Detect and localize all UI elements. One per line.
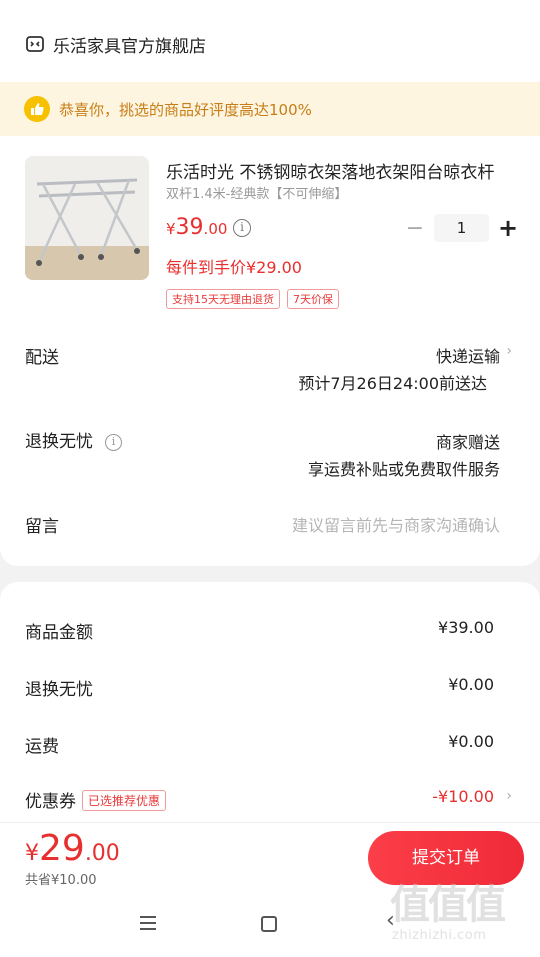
coupon-chevron-icon[interactable]: ›: [506, 788, 512, 804]
goods-amount-label: 商品金额: [25, 623, 93, 643]
return-policy-tag: 支持15天无理由退货: [166, 289, 280, 309]
coupon-label: 优惠券: [25, 792, 76, 812]
service-tags: 支持15天无理由退货 7天价保: [166, 289, 339, 309]
product-price: ¥ 39 .00: [166, 215, 227, 240]
coupon-tag: 已选推荐优惠: [82, 790, 167, 811]
price-info-icon[interactable]: i: [233, 219, 251, 237]
returns-fee-value: ¥0.00: [448, 675, 494, 694]
price-decimal: .00: [203, 220, 228, 238]
product-title[interactable]: 乐活时光 不锈钢晾衣架落地衣架阳台晾衣杆: [166, 158, 511, 183]
returns-row: 退换无忧 i: [25, 427, 122, 452]
total-currency: ¥: [25, 841, 39, 866]
total-integer: 29: [39, 828, 85, 869]
product-spec[interactable]: 双杆1.4米-经典款【不可伸缩】: [166, 183, 347, 202]
returns-line1: 商家赠送: [435, 433, 500, 452]
clothes-rack-illustration: [25, 156, 149, 280]
shipping-label: 运费: [25, 737, 59, 757]
thumbs-up-icon: [24, 96, 50, 122]
delivery-method[interactable]: 快递运输: [436, 343, 500, 367]
delivery-label: 配送: [25, 348, 59, 368]
message-label: 留言: [25, 517, 59, 537]
message-input[interactable]: 建议留言前先与商家沟通确认: [292, 512, 500, 536]
saved-amount: 共省¥10.00: [25, 873, 97, 888]
increase-button[interactable]: +: [497, 214, 519, 242]
delivery-eta: 预计7月26日24:00前送达: [298, 374, 487, 393]
shop-name: 乐活家具官方旗舰店: [53, 36, 206, 57]
quantity-field[interactable]: 1: [434, 214, 489, 242]
price-currency: ¥: [166, 220, 176, 238]
decrease-button[interactable]: −: [404, 216, 426, 241]
watermark-logo: 值值值: [390, 881, 506, 928]
watermark: 值值值 zhizhizhi.com: [390, 872, 535, 952]
price-integer: 39: [175, 215, 204, 240]
banner-text: 恭喜你，挑选的商品好评度高达100%: [59, 100, 312, 119]
quantity-stepper: − 1 +: [404, 214, 519, 242]
total-decimal: .00: [84, 841, 120, 866]
returns-info-icon[interactable]: i: [105, 434, 122, 451]
coupon-value[interactable]: -¥10.00: [432, 787, 494, 806]
shop-header[interactable]: 乐活家具官方旗舰店: [25, 30, 206, 58]
watermark-url: zhizhizhi.com: [392, 928, 487, 943]
returns-label: 退换无忧: [25, 432, 93, 452]
store-icon: [26, 36, 44, 52]
recents-icon[interactable]: [140, 916, 156, 930]
unit-final-price: 每件到手价¥29.00: [166, 258, 302, 277]
goods-amount-value: ¥39.00: [438, 618, 494, 637]
chevron-right-icon[interactable]: ›: [506, 343, 512, 359]
total-price: ¥ 29 .00: [25, 828, 120, 869]
returns-fee-label: 退换无忧: [25, 680, 93, 700]
price-protection-tag: 7天价保: [287, 289, 339, 309]
returns-line2: 享运费补贴或免费取件服务: [307, 460, 500, 479]
home-icon[interactable]: [261, 916, 277, 932]
shipping-value: ¥0.00: [448, 732, 494, 751]
rating-banner: 恭喜你，挑选的商品好评度高达100%: [0, 82, 540, 136]
coupon-row[interactable]: 优惠券 已选推荐优惠: [25, 787, 167, 812]
product-image[interactable]: [25, 156, 149, 280]
